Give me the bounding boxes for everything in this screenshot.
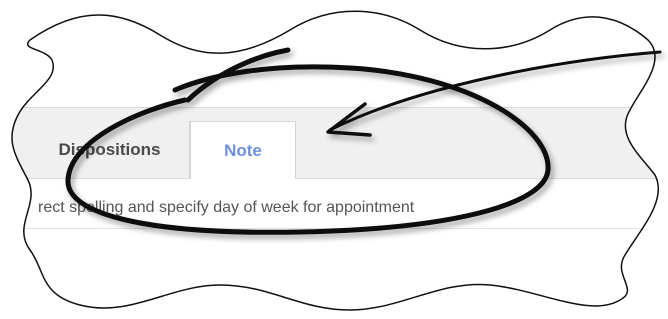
circle-highlight-icon <box>65 47 551 235</box>
torn-edge-outline <box>11 10 660 311</box>
annotation-overlay <box>11 10 662 311</box>
arrow-icon <box>326 50 662 137</box>
screenshot-stage: Dispositions Note rect spelling and spec… <box>0 0 668 319</box>
